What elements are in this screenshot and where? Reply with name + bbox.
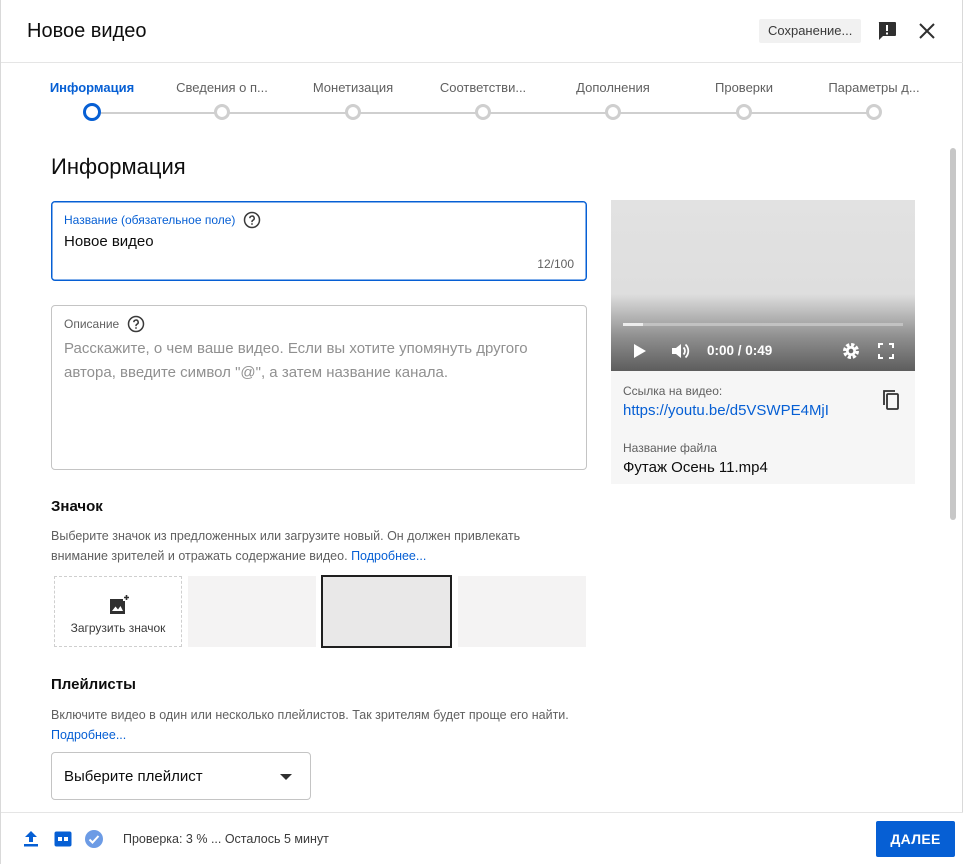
upload-icon[interactable] xyxy=(21,829,41,849)
description-field-label-row: Описание xyxy=(64,315,145,333)
step-dot-active xyxy=(83,103,101,121)
step-checks[interactable]: Проверки xyxy=(679,64,809,120)
playlist-select[interactable]: Выберите плейлист xyxy=(51,752,311,800)
upload-thumbnail-button[interactable]: Загрузить значок xyxy=(54,576,182,647)
help-icon[interactable] xyxy=(243,211,261,229)
file-name-label: Название файла xyxy=(623,441,717,455)
auto-thumbnail-1[interactable] xyxy=(188,576,316,647)
scrollbar-thumb[interactable] xyxy=(950,148,956,520)
step-monetization[interactable]: Монетизация xyxy=(288,64,418,120)
play-icon[interactable] xyxy=(629,341,649,361)
thumbnail-description: Выберите значок из предложенных или загр… xyxy=(51,526,571,566)
step-details[interactable]: Сведения о п... xyxy=(157,64,287,120)
feedback-icon[interactable] xyxy=(875,19,899,43)
auto-thumbnail-3[interactable] xyxy=(458,576,586,647)
step-compliance[interactable]: Соответстви... xyxy=(418,64,548,120)
playlists-description: Включите видео в один или несколько плей… xyxy=(51,705,571,745)
gear-icon[interactable] xyxy=(840,340,862,362)
step-info[interactable]: Информация xyxy=(27,64,157,121)
step-dot xyxy=(475,104,491,120)
step-label: Проверки xyxy=(715,80,773,95)
scrollbar[interactable] xyxy=(948,140,958,810)
upload-thumbnail-label: Загрузить значок xyxy=(70,621,166,635)
video-progress-bar[interactable] xyxy=(623,323,903,326)
step-dot xyxy=(736,104,752,120)
saving-status-badge: Сохранение... xyxy=(759,19,862,43)
add-image-icon xyxy=(110,594,130,614)
upload-status-text: Проверка: 3 % ... Осталось 5 минут xyxy=(123,832,329,846)
thumbnail-description-text: Выберите значок из предложенных или загр… xyxy=(51,529,521,563)
help-icon[interactable] xyxy=(127,315,145,333)
video-player[interactable]: 0:00 / 0:49 xyxy=(611,200,915,371)
playlist-select-value: Выберите плейлист xyxy=(64,768,203,785)
step-label: Сведения о п... xyxy=(176,80,268,95)
step-dot xyxy=(345,104,361,120)
title-char-counter: 12/100 xyxy=(537,257,574,271)
description-field[interactable]: Описание Расскажите, о чем ваше видео. Е… xyxy=(51,305,587,470)
step-label: Дополнения xyxy=(576,80,650,95)
copy-icon[interactable] xyxy=(879,388,903,412)
playlists-description-text: Включите видео в один или несколько плей… xyxy=(51,708,569,722)
title-input[interactable]: Новое видео xyxy=(64,233,154,250)
step-dot xyxy=(214,104,230,120)
playlists-more-link[interactable]: Подробнее... xyxy=(51,728,126,742)
step-label: Параметры д... xyxy=(828,80,920,95)
video-progress-fill xyxy=(623,323,643,326)
dropdown-arrow-icon xyxy=(280,774,292,780)
upload-dialog: Новое видео Сохранение... Информация Све… xyxy=(0,0,963,864)
step-extras[interactable]: Дополнения xyxy=(548,64,678,120)
thumbnail-heading: Значок xyxy=(51,498,103,515)
dialog-title: Новое видео xyxy=(27,20,147,42)
video-link-label: Ссылка на видео: xyxy=(623,384,723,398)
fullscreen-icon[interactable] xyxy=(876,341,896,361)
description-placeholder[interactable]: Расскажите, о чем ваше видео. Если вы хо… xyxy=(64,337,564,385)
hd-icon[interactable] xyxy=(53,829,73,849)
video-link[interactable]: https://youtu.be/d5VSWPE4MjI xyxy=(623,402,829,419)
step-label: Монетизация xyxy=(312,80,394,95)
title-field-label: Название (обязательное поле) xyxy=(64,213,236,227)
step-label: Информация xyxy=(49,80,135,95)
volume-icon[interactable] xyxy=(669,340,691,362)
step-dot xyxy=(605,104,621,120)
step-label: Соответстви... xyxy=(439,80,527,95)
title-field-label-row: Название (обязательное поле) xyxy=(64,211,261,229)
dialog-footer: Проверка: 3 % ... Осталось 5 минут ДАЛЕЕ xyxy=(1,812,963,864)
section-title: Информация xyxy=(51,154,186,179)
title-field[interactable]: Название (обязательное поле) Новое видео… xyxy=(51,201,587,281)
upload-stepper: Информация Сведения о п... Монетизация С… xyxy=(1,64,963,134)
close-icon[interactable] xyxy=(915,19,939,43)
playlists-heading: Плейлисты xyxy=(51,676,136,693)
video-time: 0:00 / 0:49 xyxy=(707,343,773,358)
check-circle-icon[interactable] xyxy=(84,829,104,849)
auto-thumbnail-2-selected[interactable] xyxy=(321,575,452,648)
next-button[interactable]: ДАЛЕЕ xyxy=(876,821,955,857)
dialog-header: Новое видео Сохранение... xyxy=(1,0,963,63)
step-visibility[interactable]: Параметры д... xyxy=(809,64,939,120)
thumbnail-more-link[interactable]: Подробнее... xyxy=(351,549,426,563)
file-name: Футаж Осень 11.mp4 xyxy=(623,459,768,476)
description-field-label: Описание xyxy=(64,317,120,331)
video-preview-panel: 0:00 / 0:49 Ссылка на видео: https://you… xyxy=(611,200,915,484)
step-dot xyxy=(866,104,882,120)
